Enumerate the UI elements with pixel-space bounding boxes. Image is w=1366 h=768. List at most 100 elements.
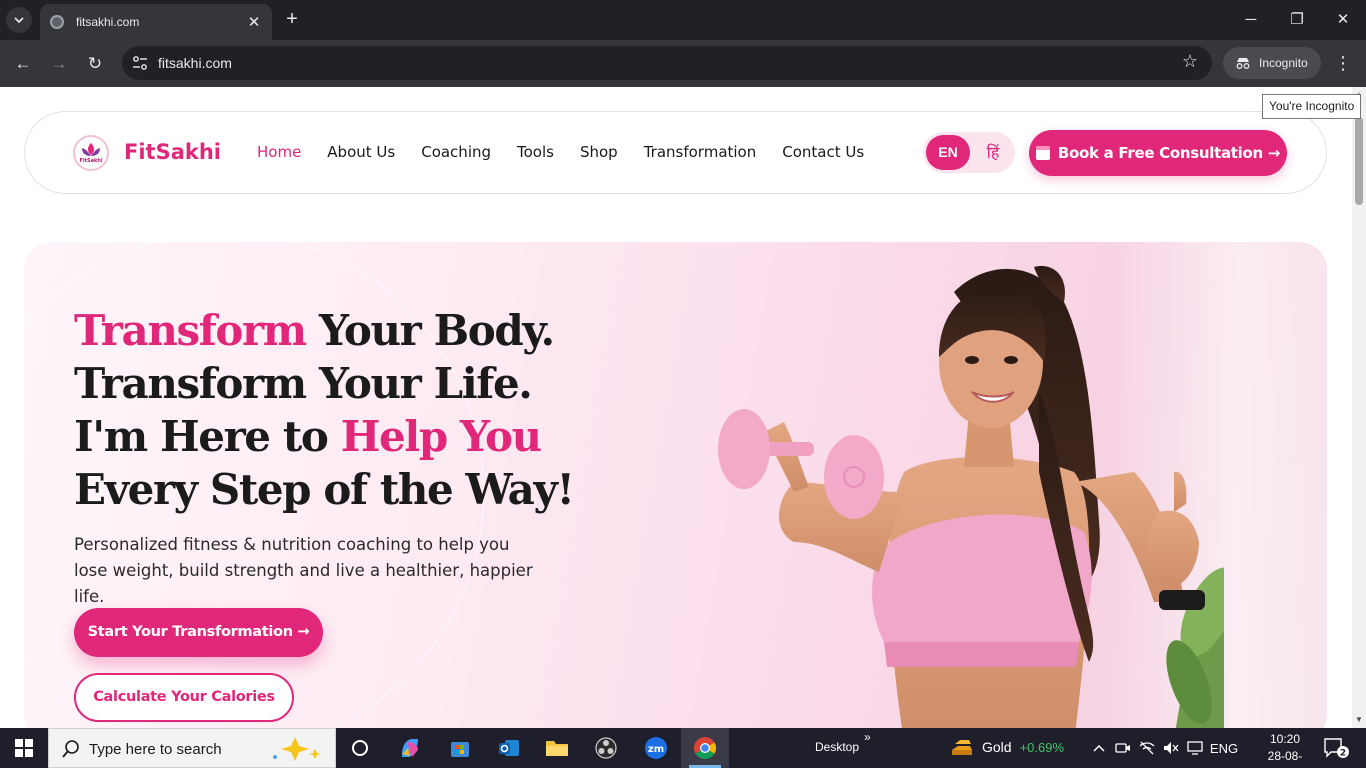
page-scrollbar[interactable]: ▲ ▼ — [1352, 87, 1366, 728]
restore-button[interactable]: ❐ — [1282, 6, 1312, 34]
headline-your-body: Your Body. — [305, 306, 555, 355]
book-consultation-button[interactable]: Book a Free Consultation → — [1029, 130, 1287, 176]
new-tab-button[interactable]: + — [282, 8, 302, 32]
back-button[interactable]: ← — [10, 51, 36, 77]
hero-subtext: Personalized fitness & nutrition coachin… — [74, 535, 533, 606]
browser-menu-icon[interactable]: ⋮ — [1334, 52, 1352, 76]
page-viewport: FitSakhi FitSakhi Home About Us Coaching… — [0, 87, 1366, 728]
incognito-icon — [1236, 58, 1250, 69]
site-settings-icon[interactable] — [132, 55, 148, 71]
notification-icon: 2 — [1324, 738, 1349, 759]
windows-taskbar: Type here to search zm Desktop » Gold +0… — [0, 728, 1366, 768]
svg-text:zm: zm — [648, 744, 664, 755]
meet-now-button[interactable] — [1112, 728, 1134, 768]
gold-price-widget[interactable]: Gold +0.69% — [950, 736, 1064, 758]
address-bar[interactable]: fitsakhi.com ☆ — [122, 46, 1212, 80]
search-highlight-icon — [273, 737, 321, 761]
display-button[interactable] — [1184, 728, 1206, 768]
incognito-chip[interactable]: Incognito — [1223, 47, 1321, 79]
minimize-button[interactable]: ─ — [1236, 6, 1266, 34]
nav-tools[interactable]: Tools — [517, 143, 554, 161]
tab-search-button[interactable] — [6, 7, 32, 33]
nav-coaching[interactable]: Coaching — [421, 143, 491, 161]
logo-icon[interactable]: FitSakhi — [73, 135, 109, 171]
book-consultation-label: Book a Free Consultation → — [1057, 144, 1281, 162]
main-nav: Home About Us Coaching Tools Shop Transf… — [257, 143, 890, 161]
show-hidden-icons-button[interactable] — [1088, 728, 1110, 768]
nav-transformation[interactable]: Transformation — [644, 143, 757, 161]
notification-center-button[interactable]: 2 — [1322, 736, 1350, 760]
folder-icon — [546, 741, 568, 756]
reload-button[interactable]: ↻ — [82, 51, 108, 77]
gold-bars-icon — [952, 740, 972, 755]
outlook-button[interactable] — [485, 728, 533, 768]
clock-time: 10:20 — [1269, 732, 1301, 746]
copilot-button[interactable] — [386, 728, 434, 768]
gold-label: Gold — [982, 739, 1012, 755]
lang-hi-button[interactable]: हिं — [979, 135, 1007, 170]
nav-about-us[interactable]: About Us — [327, 143, 395, 161]
headline-line4: Every Step of the Way! — [74, 465, 575, 514]
outlook-icon — [499, 740, 519, 756]
nav-home[interactable]: Home — [257, 143, 301, 161]
windows-logo-icon — [15, 739, 33, 757]
nav-shop[interactable]: Shop — [580, 143, 618, 161]
hero-headline: Transform Your Body. Transform Your Life… — [74, 304, 575, 516]
clock-date: 28-08-2026 — [1267, 749, 1303, 768]
search-placeholder: Type here to search — [89, 741, 222, 758]
store-button[interactable] — [436, 728, 484, 768]
task-view-icon — [352, 740, 368, 756]
chrome-icon — [694, 737, 716, 759]
lotus-logo-icon: FitSakhi — [79, 143, 103, 164]
volume-button[interactable] — [1160, 728, 1182, 768]
close-tab-icon[interactable]: ✕ — [246, 13, 262, 31]
headline-line2: Transform Your Life. — [74, 359, 533, 408]
network-button[interactable] — [1136, 728, 1158, 768]
headline-im-here: I'm Here to — [74, 412, 341, 461]
site-navbar: FitSakhi FitSakhi Home About Us Coaching… — [24, 111, 1327, 194]
incognito-tooltip: You're Incognito — [1262, 94, 1362, 119]
bookmark-star-icon[interactable]: ☆ — [1182, 51, 1198, 72]
hero-woman-image — [718, 266, 1224, 728]
scrollbar-thumb[interactable] — [1355, 117, 1363, 205]
calculate-calories-button[interactable]: Calculate Your Calories — [74, 673, 294, 722]
browser-tabstrip: fitsakhi.com ✕ + ─ ❐ ✕ — [0, 0, 1366, 40]
microsoft-store-icon — [451, 742, 469, 757]
network-off-icon — [1139, 741, 1155, 755]
chevron-down-icon — [14, 17, 24, 23]
calendar-icon — [1035, 146, 1050, 160]
browser-toolbar: ← → ↻ fitsakhi.com ☆ Incognito ⋮ — [0, 40, 1366, 87]
headline-transform: Transform — [74, 306, 307, 355]
smartwatch-image — [1159, 590, 1205, 610]
start-button[interactable] — [0, 728, 48, 768]
language-toggle: EN हिं — [923, 132, 1015, 173]
input-language-button[interactable]: ENG — [1208, 728, 1240, 768]
zoom-button[interactable]: zm — [632, 728, 680, 768]
headline-help-you: Help You — [340, 412, 542, 461]
lang-en-button[interactable]: EN — [926, 135, 970, 170]
obs-icon — [595, 737, 617, 759]
chevron-up-icon — [1093, 744, 1105, 752]
nav-contact-us[interactable]: Contact Us — [782, 143, 864, 161]
hero-section: Transform Your Body. Transform Your Life… — [24, 242, 1327, 728]
obs-button[interactable] — [582, 728, 630, 768]
chrome-button[interactable] — [681, 728, 729, 768]
brand-name[interactable]: FitSakhi — [124, 140, 221, 164]
taskbar-clock[interactable]: 10:20 28-08-2026 — [1258, 731, 1312, 768]
monitor-icon — [1187, 741, 1203, 755]
task-view-button[interactable] — [336, 728, 384, 768]
gold-change: +0.69% — [1019, 739, 1065, 755]
forward-button[interactable]: → — [46, 51, 72, 77]
search-icon — [62, 740, 79, 758]
taskbar-search[interactable]: Type here to search — [48, 728, 336, 768]
close-window-button[interactable]: ✕ — [1328, 6, 1358, 34]
desktop-toolbar-label[interactable]: Desktop — [815, 740, 859, 754]
volume-muted-icon — [1164, 742, 1179, 754]
camera-icon — [1115, 743, 1130, 753]
file-explorer-button[interactable] — [533, 728, 581, 768]
browser-tab-active[interactable]: fitsakhi.com ✕ — [40, 4, 272, 40]
globe-icon — [50, 15, 64, 29]
scroll-down-arrow-icon[interactable]: ▼ — [1355, 716, 1363, 724]
double-chevron-icon[interactable]: » — [864, 730, 871, 744]
start-transformation-button[interactable]: Start Your Transformation → — [74, 608, 323, 657]
